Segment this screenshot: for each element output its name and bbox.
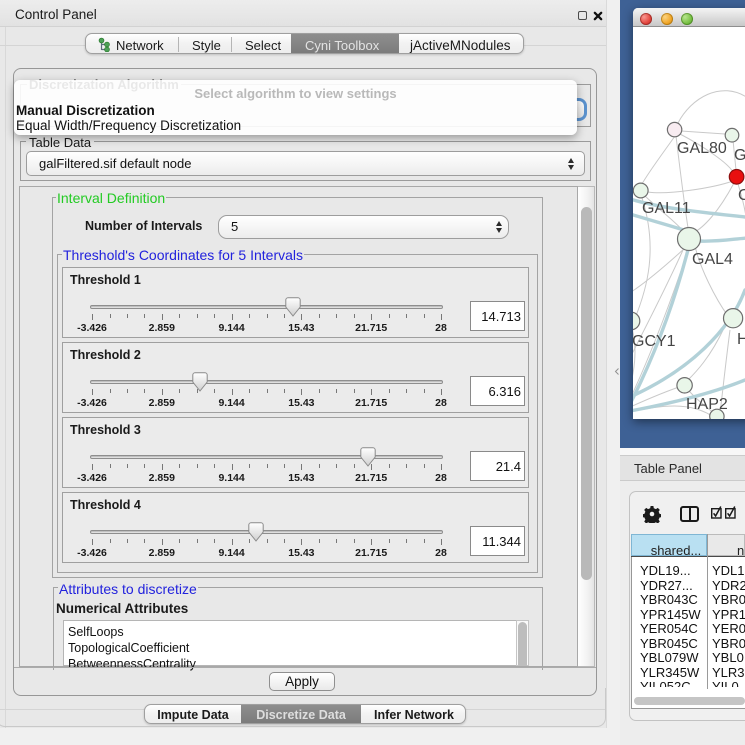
svg-text:G.: G. — [734, 147, 745, 164]
svg-text:C: C — [738, 187, 745, 204]
svg-text:GAL4: GAL4 — [692, 251, 733, 268]
svg-text:GAL11: GAL11 — [642, 200, 691, 217]
svg-text:HAP2: HAP2 — [686, 396, 728, 413]
svg-text:GAL80: GAL80 — [677, 140, 727, 157]
svg-text:GCY1: GCY1 — [633, 333, 676, 350]
svg-text:H: H — [737, 331, 745, 348]
